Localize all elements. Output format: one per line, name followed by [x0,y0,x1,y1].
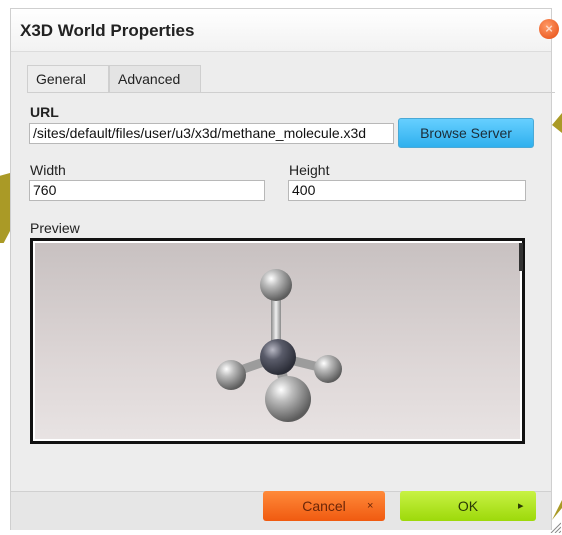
close-icon[interactable]: × [539,19,559,39]
close-icon: × [367,500,374,512]
page-background [0,0,10,535]
preview-label: Preview [30,220,80,236]
methane-molecule-model [216,269,342,422]
hydrogen-atom [260,269,292,301]
scrollbar[interactable] [519,243,523,271]
hydrogen-atom [216,360,246,390]
preview-viewer[interactable] [30,238,525,444]
dialog-title: X3D World Properties [20,21,195,40]
cancel-button[interactable]: Cancel × [263,491,385,521]
dialog-titlebar[interactable]: X3D World Properties × [11,9,559,52]
hydrogen-atom [265,376,311,422]
url-label: URL [30,104,59,120]
url-field[interactable]: /sites/default/files/user/u3/x3d/methane… [29,123,394,144]
height-field[interactable]: 400 [288,180,526,201]
carbon-atom [260,339,296,375]
resize-grip-icon[interactable] [549,521,561,533]
browse-server-button[interactable]: Browse Server [398,118,534,148]
tab-label: Advanced [118,71,181,87]
ok-label: OK [457,498,479,514]
caret-right-icon: ▸ [518,500,524,512]
height-label: Height [289,162,330,178]
tab-label: General [36,71,86,87]
preview-canvas[interactable] [35,243,520,439]
ok-button[interactable]: OK ▸ [400,491,536,521]
tab-general[interactable]: General [27,65,109,93]
width-field[interactable]: 760 [29,180,265,201]
width-label: Width [30,162,66,178]
background-decoration [552,500,562,520]
hydrogen-atom [314,355,342,383]
cancel-label: Cancel [302,498,346,514]
tab-advanced[interactable]: Advanced [109,65,201,93]
